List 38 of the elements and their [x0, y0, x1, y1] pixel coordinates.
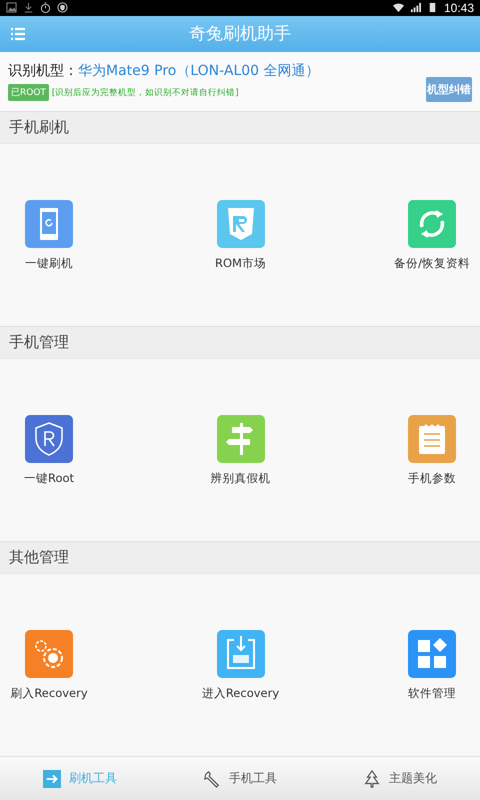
section-header: 其他管理 [0, 542, 480, 574]
download-tray-icon [216, 630, 264, 678]
tree-icon [363, 770, 381, 788]
tool-item[interactable]: 进入Recovery [192, 630, 288, 701]
bottom-tab[interactable]: 手机工具 [160, 757, 320, 800]
phone-icon [25, 200, 73, 248]
tool-item[interactable]: 手机参数 [384, 414, 480, 486]
gears-icon [25, 630, 73, 678]
shield-letter-icon [216, 200, 264, 248]
root-badge: 已ROOT [8, 84, 49, 102]
section-header: 手机刷机 [0, 112, 480, 144]
download-icon [23, 2, 34, 14]
signpost-icon [216, 414, 264, 463]
sync-icon [408, 200, 456, 248]
hint-text: [识别后应为完整机型，如识别不对请自行纠错] [52, 86, 239, 99]
device-label: 识别机型： [8, 62, 78, 80]
stopwatch-icon [40, 2, 51, 14]
tool-item[interactable]: 辨别真假机 [192, 414, 288, 486]
tool-item[interactable]: 备份/恢复资料 [384, 200, 480, 271]
image-icon [6, 2, 17, 14]
menu-icon[interactable] [10, 26, 26, 42]
wifi-icon [392, 2, 404, 14]
tool-item[interactable]: 一键Root [1, 414, 97, 486]
notepad-icon [408, 414, 456, 463]
shield-icon [25, 414, 73, 463]
bottom-tab[interactable]: 主题美化 [320, 757, 480, 800]
tool-item[interactable]: 软件管理 [384, 630, 480, 701]
section-header: 手机管理 [0, 327, 480, 360]
signal-icon [410, 2, 421, 14]
shield-icon [57, 2, 68, 14]
wrench-icon [203, 770, 221, 788]
device-model: 华为Mate9 Pro（LON-AL00 全网通） [78, 62, 320, 80]
app-title: 奇兔刷机助手 [189, 23, 291, 46]
apps-icon [408, 630, 456, 678]
tool-item[interactable]: 一键刷机 [1, 200, 97, 271]
clock: 10:43 [444, 0, 474, 15]
tool-item[interactable]: ROM市场 [192, 200, 288, 271]
tool-item[interactable]: 刷入Recovery [1, 630, 97, 701]
